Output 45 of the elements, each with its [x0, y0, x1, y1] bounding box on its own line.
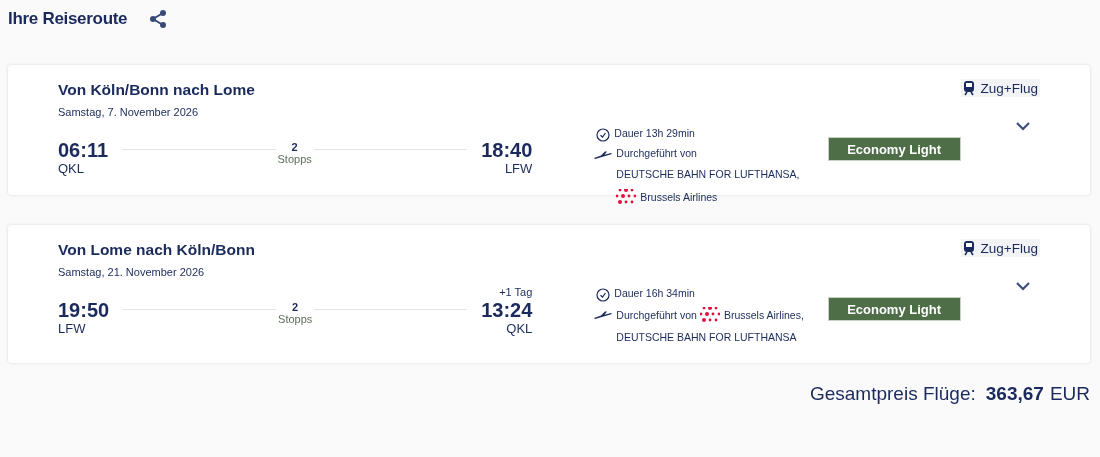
train-icon [962, 80, 975, 96]
share-button[interactable] [149, 9, 168, 29]
train-icon [962, 240, 975, 256]
total-label: Gesamtpreis Flüge: [809, 383, 976, 405]
airport-code: QKL [506, 321, 533, 336]
departure-time: 06:11 [58, 139, 109, 161]
day-offset: +1 Tag [499, 286, 533, 299]
stop-count: 2 [290, 141, 299, 153]
flight-date: Samstag, 7. November 2026 [58, 106, 200, 118]
departure-time: 19:50 [58, 299, 110, 321]
operator-name: DEUTSCHE BAHN FOR LUFTHANSA [616, 331, 797, 343]
stops-label: Stopps [278, 313, 313, 325]
fare-button[interactable]: Economy Light [827, 137, 961, 161]
airport-code: QKL [58, 161, 85, 176]
operator-name: DEUTSCHE BAHN FOR LUFTHANSA, [616, 168, 800, 180]
currency: EUR [1049, 383, 1090, 405]
total-amount: 363,67 [985, 383, 1044, 405]
airport-code: LFW [504, 161, 533, 176]
route-title: Von Köln/Bonn nach Lome [58, 81, 256, 99]
stop-count: 2 [291, 301, 300, 313]
flight-duration: Dauer 16h 34min [614, 287, 695, 299]
operated-by-label: Durchgeführt von [616, 147, 697, 159]
share-icon [149, 9, 168, 29]
stops-label: Stopps [277, 153, 312, 165]
fare-button[interactable]: Economy Light [827, 297, 961, 321]
operated-by-label: Durchgeführt von [616, 308, 697, 321]
clock-icon [596, 288, 611, 302]
clock-icon [596, 128, 611, 142]
arrival-time: 18:40 [481, 139, 533, 161]
airplane-icon [594, 150, 613, 160]
chevron-icon [1016, 282, 1030, 291]
badge-label: Zug+Flug [980, 80, 1038, 96]
flight-duration: Dauer 13h 29min [614, 127, 695, 139]
operator-name: Brussels Airlines, [723, 308, 804, 321]
airplane-icon [594, 310, 613, 320]
route-title: Von Lome nach Köln/Bonn [58, 241, 256, 259]
operator-name: Brussels Airlines [640, 190, 718, 203]
badge-label: Zug+Flug [980, 240, 1038, 256]
airport-code: LFW [58, 321, 87, 336]
expand-button[interactable] [1016, 122, 1030, 131]
chevron-icon [1016, 122, 1030, 131]
arrival-time: 13:24 [481, 299, 533, 321]
page-title: Ihre Reiseroute [8, 9, 128, 29]
flight-date: Samstag, 21. November 2026 [58, 266, 206, 278]
expand-button[interactable] [1016, 282, 1030, 291]
